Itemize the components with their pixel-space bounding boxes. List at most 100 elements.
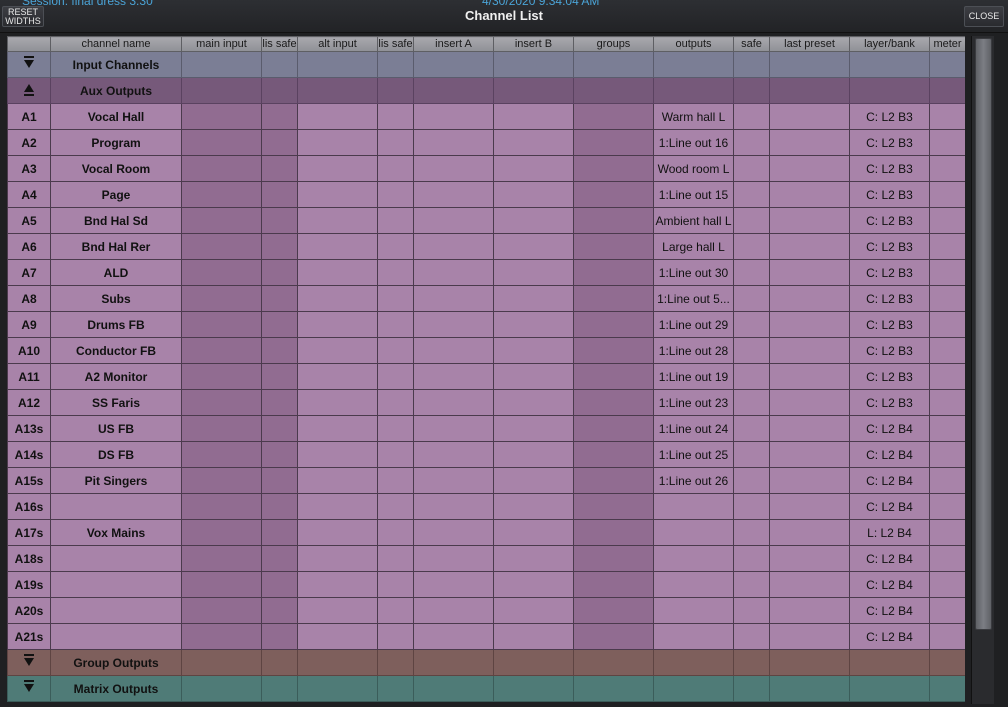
col-insert-b-cell[interactable]	[493, 415, 574, 442]
col-last-preset-cell[interactable]	[769, 415, 850, 442]
table-row[interactable]: A11 A2 Monitor 1:Line out 19 C: L2 B3	[7, 363, 965, 390]
col-insert-a-cell[interactable]	[413, 467, 494, 494]
col-last-preset-cell[interactable]	[769, 519, 850, 546]
table-row[interactable]: A5 Bnd Hal Sd Ambient hall L C: L2 B3	[7, 207, 965, 234]
col-insert-b-cell[interactable]	[493, 519, 574, 546]
col-alt-input-cell[interactable]	[297, 129, 378, 156]
col-main-input-cell[interactable]	[181, 519, 262, 546]
col-last-preset-cell[interactable]	[769, 597, 850, 624]
col-outputs-cell[interactable]: 1:Line out 28	[653, 337, 734, 364]
col-alt-input-cell[interactable]	[297, 207, 378, 234]
col-safe-cell[interactable]	[733, 389, 770, 416]
col-lis-safe-2-cell[interactable]	[377, 337, 414, 364]
col-channel-name-header[interactable]: channel name	[50, 36, 182, 52]
col-lis-safe-2-cell[interactable]	[377, 493, 414, 520]
col-lis-safe-cell[interactable]	[261, 519, 298, 546]
col-outputs-cell[interactable]	[653, 623, 734, 650]
col-main-input-cell[interactable]	[181, 545, 262, 572]
col-insert-a-cell[interactable]	[413, 571, 494, 598]
col-channel-name-cell[interactable]	[50, 571, 182, 598]
col-last-preset-cell[interactable]	[769, 389, 850, 416]
col-index-header[interactable]	[7, 36, 51, 52]
col-outputs-header[interactable]: outputs	[653, 36, 734, 52]
col-alt-input-cell[interactable]	[297, 493, 378, 520]
col-lis-safe-cell[interactable]	[261, 597, 298, 624]
col-channel-name-cell[interactable]: Vox Mains	[50, 519, 182, 546]
col-lis-safe-cell[interactable]	[261, 623, 298, 650]
col-insert-a-cell[interactable]	[413, 129, 494, 156]
col-lis-safe-cell[interactable]	[261, 441, 298, 468]
col-alt-input-cell[interactable]	[297, 571, 378, 598]
col-index-cell[interactable]: A15s	[7, 467, 51, 494]
col-groups-cell[interactable]	[573, 441, 654, 468]
col-layer-bank-cell[interactable]: C: L2 B3	[849, 233, 930, 260]
col-index-cell[interactable]: A4	[7, 181, 51, 208]
collapse-triangle-icon[interactable]	[7, 77, 51, 104]
col-lis-safe-2-cell[interactable]	[377, 623, 414, 650]
col-insert-a-cell[interactable]	[413, 285, 494, 312]
col-index-cell[interactable]: A7	[7, 259, 51, 286]
col-lis-safe-2-cell[interactable]	[377, 363, 414, 390]
col-index-cell[interactable]: A10	[7, 337, 51, 364]
col-layer-bank-cell[interactable]: C: L2 B4	[849, 623, 930, 650]
col-alt-input-cell[interactable]	[297, 467, 378, 494]
col-layer-bank-cell[interactable]: L: L2 B4	[849, 519, 930, 546]
col-channel-name-cell[interactable]	[50, 597, 182, 624]
col-insert-a-cell[interactable]	[413, 441, 494, 468]
table-row[interactable]: A8 Subs 1:Line out 5... C: L2 B3	[7, 285, 965, 312]
col-lis-safe-cell[interactable]	[261, 545, 298, 572]
col-main-input-cell[interactable]	[181, 623, 262, 650]
col-outputs-cell[interactable]: 1:Line out 24	[653, 415, 734, 442]
col-channel-name-cell[interactable]: Bnd Hal Rer	[50, 233, 182, 260]
expand-triangle-icon[interactable]	[7, 51, 51, 78]
col-alt-input-cell[interactable]	[297, 103, 378, 130]
col-outputs-cell[interactable]: Ambient hall L	[653, 207, 734, 234]
col-insert-b-cell[interactable]	[493, 103, 574, 130]
table-row[interactable]: A20s C: L2 B4	[7, 597, 965, 624]
col-main-input-cell[interactable]	[181, 207, 262, 234]
col-insert-b-cell[interactable]	[493, 337, 574, 364]
table-row[interactable]: A2 Program 1:Line out 16 C: L2 B3	[7, 129, 965, 156]
col-last-preset-cell[interactable]	[769, 259, 850, 286]
col-groups-cell[interactable]	[573, 571, 654, 598]
col-safe-cell[interactable]	[733, 129, 770, 156]
col-lis-safe-cell[interactable]	[261, 207, 298, 234]
col-lis-safe-cell[interactable]	[261, 337, 298, 364]
col-last-preset-cell[interactable]	[769, 363, 850, 390]
col-index-cell[interactable]: A12	[7, 389, 51, 416]
col-main-input-cell[interactable]	[181, 103, 262, 130]
col-alt-input-cell[interactable]	[297, 545, 378, 572]
col-outputs-cell[interactable]	[653, 493, 734, 520]
col-lis-safe-cell[interactable]	[261, 493, 298, 520]
col-meter-header[interactable]: meter	[929, 36, 965, 52]
table-row[interactable]: A21s C: L2 B4	[7, 623, 965, 650]
col-layer-bank-cell[interactable]: C: L2 B3	[849, 311, 930, 338]
col-insert-b-cell[interactable]	[493, 207, 574, 234]
col-alt-input-cell[interactable]	[297, 389, 378, 416]
col-groups-cell[interactable]	[573, 363, 654, 390]
col-channel-name-cell[interactable]: ALD	[50, 259, 182, 286]
col-lis-safe-cell[interactable]	[261, 181, 298, 208]
col-alt-input-cell[interactable]	[297, 363, 378, 390]
col-meter-cell[interactable]	[929, 389, 965, 416]
col-insert-a-cell[interactable]	[413, 597, 494, 624]
col-lis-safe-cell[interactable]	[261, 389, 298, 416]
col-layer-bank-cell[interactable]: C: L2 B3	[849, 337, 930, 364]
col-lis-safe-2-cell[interactable]	[377, 103, 414, 130]
col-index-cell[interactable]: A8	[7, 285, 51, 312]
col-insert-a-cell[interactable]	[413, 207, 494, 234]
scrollbar-thumb[interactable]	[975, 38, 992, 630]
col-insert-a-cell[interactable]	[413, 623, 494, 650]
col-lis-safe-cell[interactable]	[261, 285, 298, 312]
col-index-cell[interactable]: A17s	[7, 519, 51, 546]
col-channel-name-cell[interactable]: US FB	[50, 415, 182, 442]
col-last-preset-header[interactable]: last preset	[769, 36, 850, 52]
col-layer-bank-cell[interactable]: C: L2 B3	[849, 285, 930, 312]
col-index-cell[interactable]: A11	[7, 363, 51, 390]
col-index-cell[interactable]: A16s	[7, 493, 51, 520]
col-main-input-cell[interactable]	[181, 311, 262, 338]
col-last-preset-cell[interactable]	[769, 129, 850, 156]
col-alt-input-cell[interactable]	[297, 259, 378, 286]
col-layer-bank-header[interactable]: layer/bank	[849, 36, 930, 52]
col-meter-cell[interactable]	[929, 311, 965, 338]
